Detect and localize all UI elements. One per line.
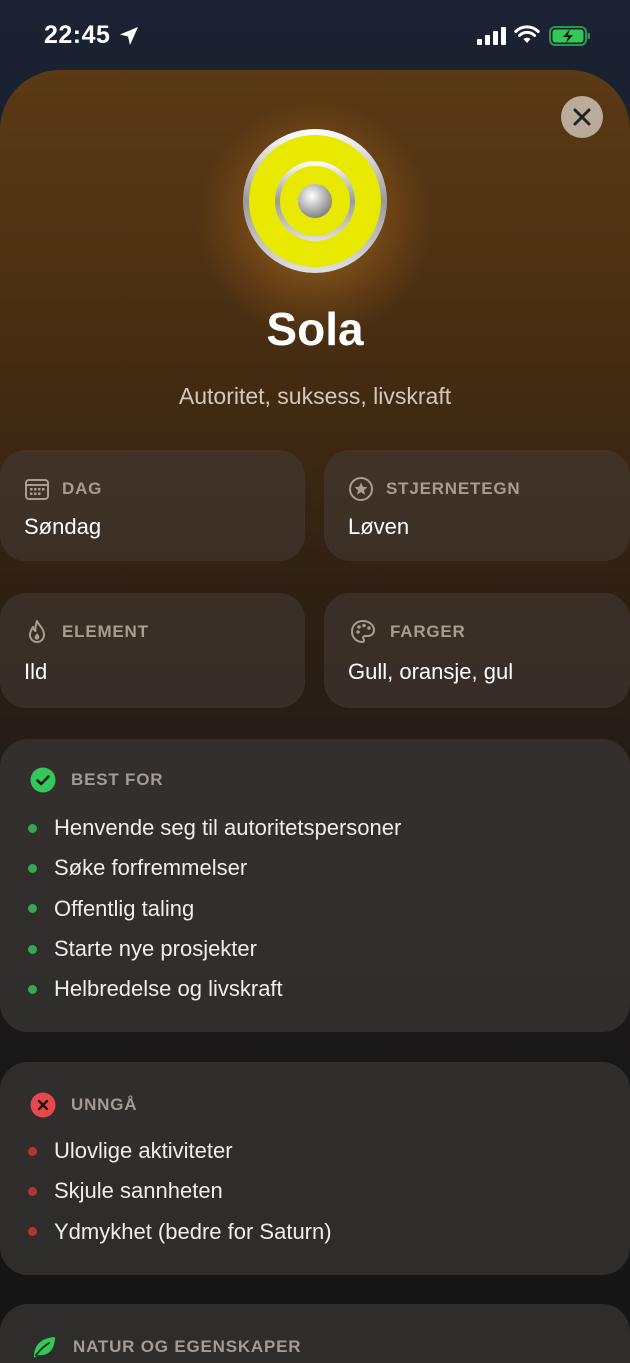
list-item: Ulovlige aktiviteter <box>28 1131 332 1171</box>
best-for-list: Henvende seg til autoritetspersoner Søke… <box>28 808 401 1009</box>
cellular-signal-icon <box>477 27 506 45</box>
best-for-card: BEST FOR Henvende seg til autoritetspers… <box>0 739 630 1032</box>
bullet-dot <box>28 1227 37 1237</box>
day-card: DAG Søndag <box>0 450 305 561</box>
leaf-icon <box>34 1337 55 1358</box>
zodiac-value: Løven <box>348 514 410 539</box>
planet-detail-sheet: Sola Autoritet, suksess, livskraft DAG S… <box>0 70 630 1363</box>
bullet-dot <box>28 904 37 914</box>
status-time: 22:45 <box>44 21 111 49</box>
element-label: ELEMENT <box>62 622 149 641</box>
colors-value: Gull, oransje, gul <box>348 659 514 684</box>
avoid-card: UNNGÅ Ulovlige aktiviteter Skjule sannhe… <box>0 1062 630 1275</box>
checkmark-circle-icon <box>30 767 56 793</box>
wifi-icon <box>514 25 540 43</box>
battery-charging-icon <box>549 26 590 46</box>
day-label: DAG <box>62 479 103 498</box>
list-item: Starte nye prosjekter <box>28 929 401 969</box>
colors-label: FARGER <box>390 622 466 641</box>
bullet-dot <box>28 984 37 994</box>
avoid-list: Ulovlige aktiviteter Skjule sannheten Yd… <box>28 1131 332 1252</box>
list-item: Søke forfremmelser <box>28 848 401 888</box>
calendar-icon <box>25 479 49 500</box>
zodiac-label: STJERNETEGN <box>386 479 521 498</box>
zodiac-card: STJERNETEGN Løven <box>324 450 630 561</box>
close-icon <box>573 108 591 126</box>
screen: 22:45 Sola Autoritet, suksess, livskraft… <box>0 0 630 1363</box>
bullet-dot <box>28 863 37 873</box>
planet-subtitle: Autoritet, suksess, livskraft <box>178 383 452 409</box>
bullet-dot <box>28 944 37 954</box>
close-button[interactable] <box>561 96 603 138</box>
element-value: Ild <box>24 659 48 684</box>
status-bar: 22:45 <box>0 0 630 70</box>
list-item: Henvende seg til autoritetspersoner <box>28 808 401 848</box>
star-circle-icon <box>349 477 373 501</box>
sun-planet-icon <box>243 129 387 273</box>
list-item: Offentlig taling <box>28 889 401 929</box>
palette-icon <box>350 619 376 644</box>
day-value: Søndag <box>24 514 102 539</box>
bullet-dot <box>28 823 37 833</box>
list-item: Helbredelse og livskraft <box>28 969 401 1009</box>
x-circle-icon <box>30 1092 56 1118</box>
avoid-label: UNNGÅ <box>71 1095 138 1114</box>
bullet-dot <box>28 1146 37 1156</box>
bullet-dot <box>28 1186 37 1196</box>
best-for-label: BEST FOR <box>71 770 164 789</box>
list-item: Ydmykhet (bedre for Saturn) <box>28 1212 332 1252</box>
element-card: ELEMENT Ild <box>0 593 305 708</box>
nature-label: NATUR OG EGENSKAPER <box>73 1337 302 1356</box>
nature-card: NATUR OG EGENSKAPER <box>0 1304 630 1363</box>
colors-card: FARGER Gull, oransje, gul <box>324 593 630 708</box>
list-item: Skjule sannheten <box>28 1171 332 1211</box>
flame-icon <box>29 620 45 643</box>
planet-title: Sola <box>266 303 364 355</box>
location-arrow-icon <box>120 27 138 45</box>
